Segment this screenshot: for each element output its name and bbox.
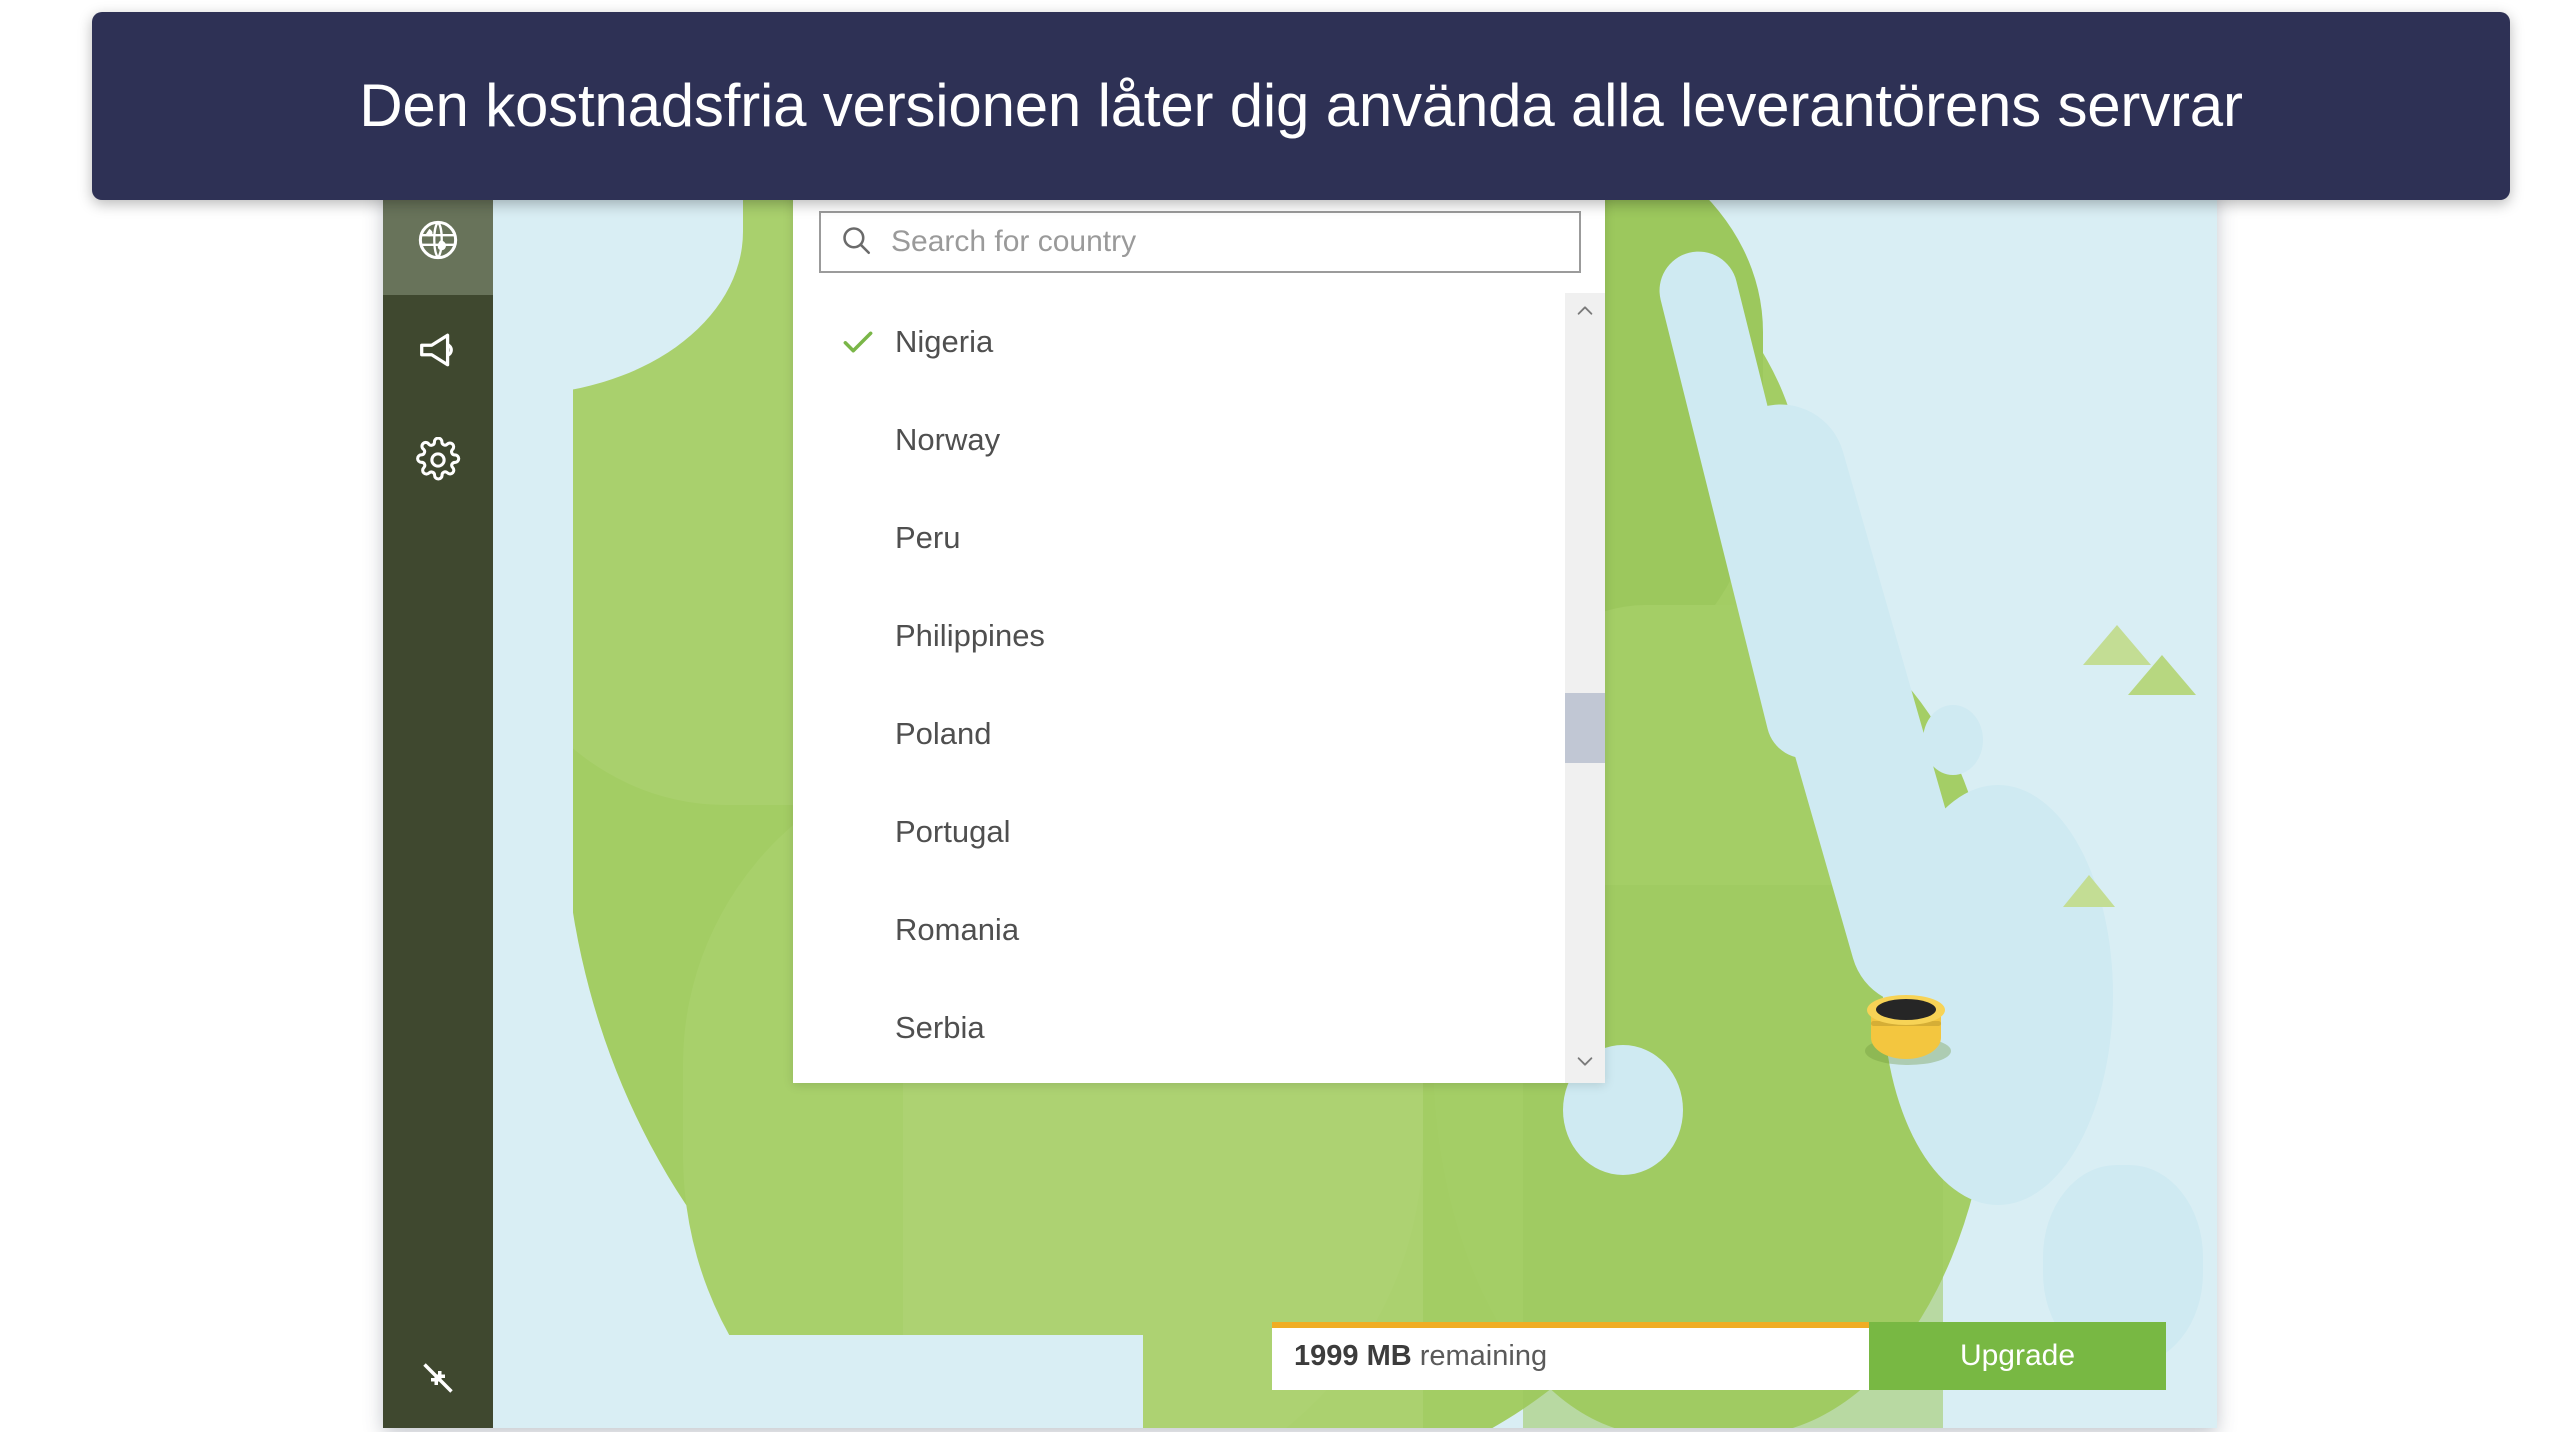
upgrade-button[interactable]: Upgrade bbox=[1869, 1322, 2166, 1390]
country-list-item[interactable]: Peru bbox=[793, 489, 1605, 587]
megaphone-icon bbox=[415, 327, 461, 373]
country-list-item[interactable]: Philippines bbox=[793, 587, 1605, 685]
country-name: Peru bbox=[895, 520, 961, 555]
country-name: Portugal bbox=[895, 814, 1011, 849]
chevron-up-icon bbox=[1574, 300, 1596, 327]
country-search-box[interactable] bbox=[819, 211, 1581, 273]
scroll-up-button[interactable] bbox=[1565, 293, 1605, 333]
sidebar-item-collapse[interactable] bbox=[383, 1328, 493, 1428]
sidebar-item-settings[interactable] bbox=[383, 405, 493, 515]
map-water bbox=[383, 1335, 1143, 1428]
vpn-app-window: Nigeria Norway Peru Philippines Poland bbox=[383, 185, 2217, 1428]
country-list-scrollbar[interactable] bbox=[1565, 293, 1605, 1083]
promo-banner: Den kostnadsfria versionen låter dig anv… bbox=[92, 12, 2510, 200]
scroll-down-button[interactable] bbox=[1565, 1043, 1605, 1083]
promo-banner-text: Den kostnadsfria versionen låter dig anv… bbox=[359, 72, 2243, 140]
country-list-item[interactable]: Portugal bbox=[793, 783, 1605, 881]
country-name: Poland bbox=[895, 716, 992, 751]
country-list-item[interactable]: Poland bbox=[793, 685, 1605, 783]
data-progress-bar bbox=[1272, 1322, 1869, 1328]
country-list-item[interactable]: Nigeria bbox=[793, 293, 1605, 391]
search-input[interactable] bbox=[889, 224, 1579, 260]
left-sidebar bbox=[383, 185, 493, 1428]
country-name: Nigeria bbox=[895, 324, 994, 359]
search-icon bbox=[839, 223, 889, 262]
status-bar: 1999 MB remaining Upgrade bbox=[1272, 1322, 2166, 1390]
screenshot-root: Den kostnadsfria versionen låter dig anv… bbox=[0, 0, 2559, 1432]
yellow-basket-icon bbox=[1863, 985, 1951, 1071]
country-name: Norway bbox=[895, 422, 1001, 457]
data-suffix: remaining bbox=[1411, 1339, 1548, 1372]
country-list-item[interactable]: Norway bbox=[793, 391, 1605, 489]
country-list-item[interactable]: Romania bbox=[793, 881, 1605, 979]
gear-icon bbox=[415, 437, 461, 483]
data-amount: 1999 MB bbox=[1294, 1339, 1412, 1372]
country-list[interactable]: Nigeria Norway Peru Philippines Poland P… bbox=[793, 293, 1605, 1083]
data-remaining-text: 1999 MB remaining bbox=[1294, 1340, 1547, 1373]
globe-icon bbox=[415, 217, 461, 263]
country-name: Philippines bbox=[895, 618, 1045, 653]
country-list-item[interactable]: Serbia bbox=[793, 979, 1605, 1077]
sidebar-item-share[interactable] bbox=[383, 295, 493, 405]
country-dropdown-panel: Nigeria Norway Peru Philippines Poland bbox=[793, 185, 1605, 1083]
check-icon bbox=[839, 323, 895, 361]
country-name: Romania bbox=[895, 912, 1020, 947]
sidebar-item-locations[interactable] bbox=[383, 185, 493, 295]
map-lake bbox=[1923, 705, 1983, 775]
mountain-icon bbox=[2128, 655, 2196, 695]
data-remaining-box: 1999 MB remaining bbox=[1272, 1322, 1869, 1390]
chevron-down-icon bbox=[1574, 1050, 1596, 1077]
country-name: Serbia bbox=[895, 1010, 985, 1045]
mountain-icon bbox=[2063, 875, 2115, 907]
collapse-icon bbox=[417, 1357, 459, 1399]
scrollbar-thumb[interactable] bbox=[1565, 693, 1605, 763]
